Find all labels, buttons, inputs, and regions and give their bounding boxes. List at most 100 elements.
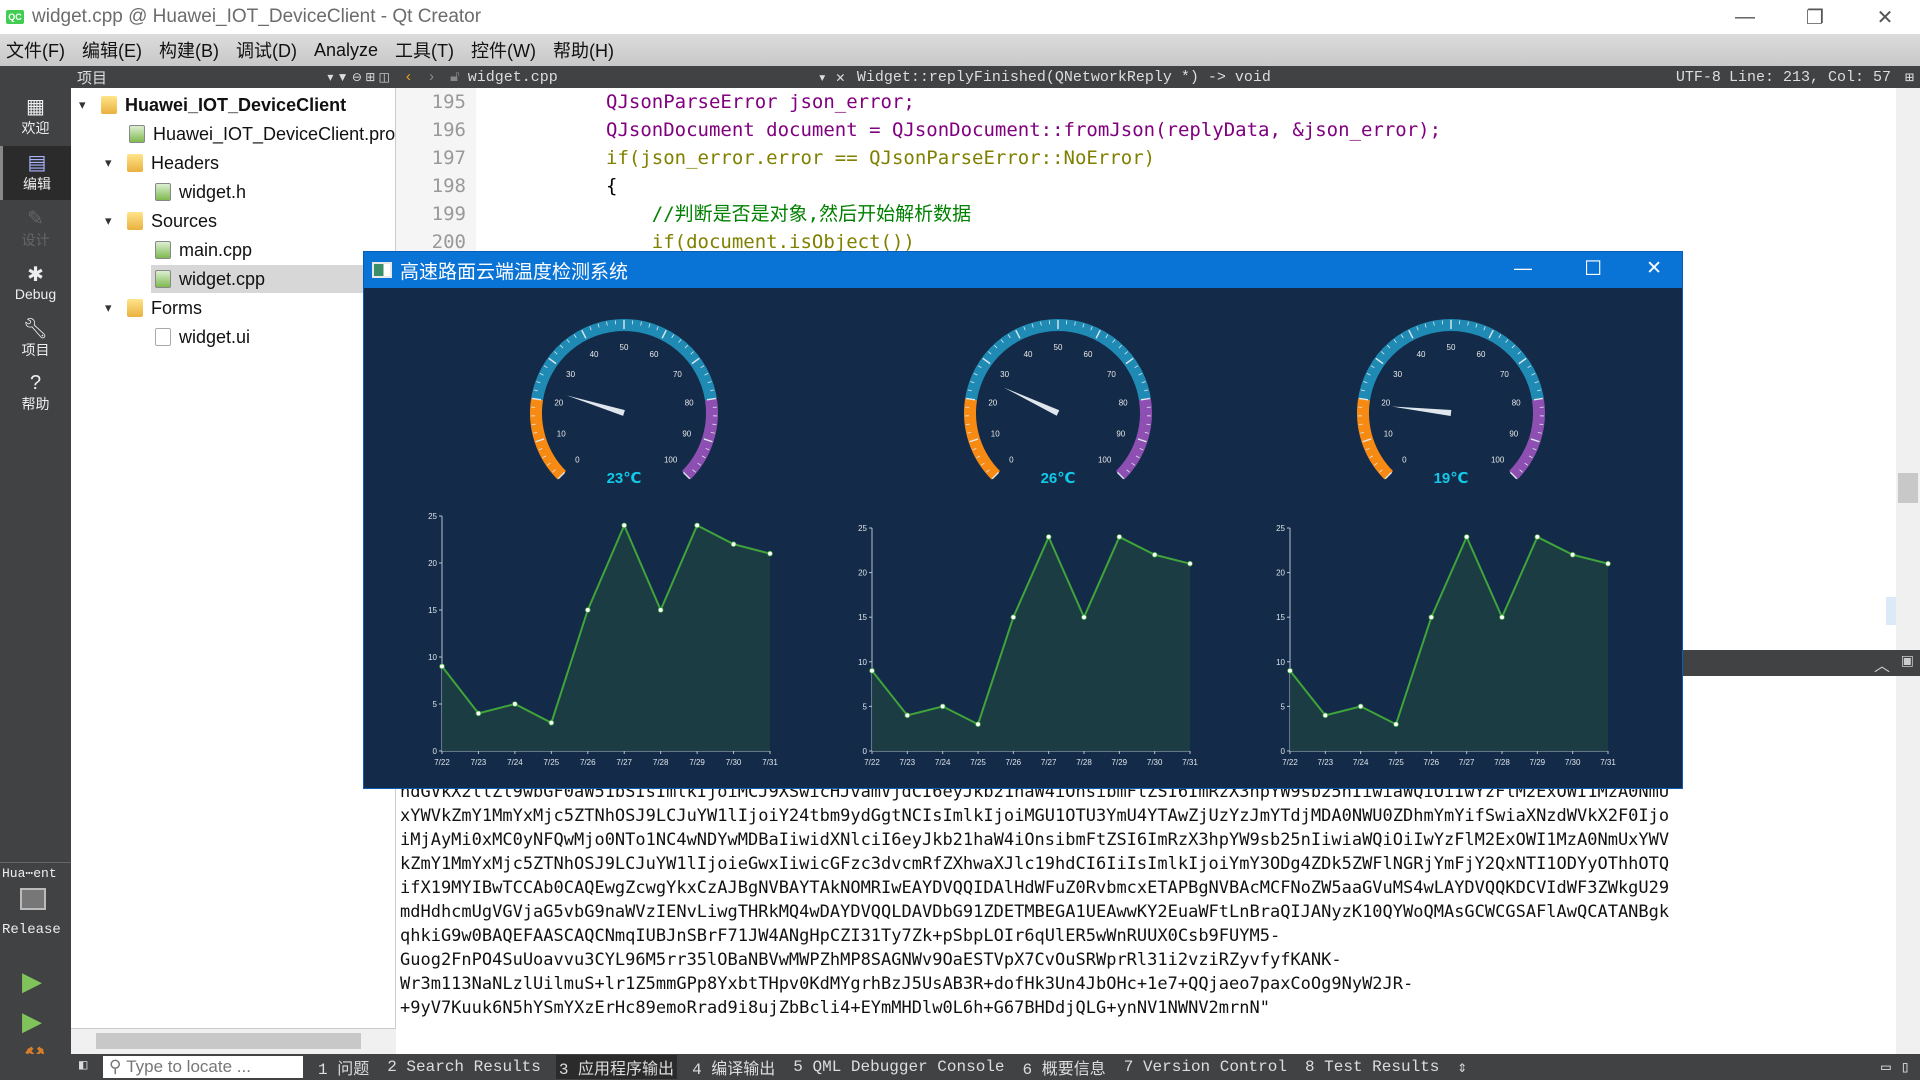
wrench-icon: 🔧︎ [22, 318, 49, 340]
x-tick-label: 7/27 [1459, 758, 1475, 767]
tab-version-control[interactable]: 7 Version Control [1121, 1058, 1290, 1076]
tree-item-project[interactable]: ▾ Huawei_IOT_DeviceClient [79, 91, 346, 119]
scrollbar-thumb[interactable] [1898, 473, 1918, 503]
data-point [939, 703, 946, 710]
folder-icon [127, 299, 143, 317]
tree-item-pro-file[interactable]: Huawei_IOT_DeviceClient.pro [129, 120, 395, 148]
app-maximize-button[interactable]: ☐ [1584, 256, 1602, 281]
menu-tools[interactable]: 工具(T) [395, 37, 454, 63]
close-file-icon[interactable]: ▾ ✕ [818, 68, 845, 87]
tree-item-sources[interactable]: ▾ Sources [105, 207, 217, 235]
tree-item-widget-cpp[interactable]: widget.cpp [151, 265, 396, 293]
menu-build[interactable]: 构建(B) [159, 37, 219, 63]
editor-vertical-scrollbar[interactable] [1896, 88, 1920, 650]
data-point [904, 712, 911, 719]
progress-toggle-icon[interactable]: ▭ ▯ [1881, 1057, 1910, 1077]
close-button[interactable]: ✕ [1850, 0, 1920, 34]
debug-run-icon[interactable]: ▶ [22, 1006, 42, 1037]
minimize-button[interactable]: — [1710, 0, 1780, 34]
split-icon[interactable]: ⊞ [1905, 68, 1914, 87]
temperature-chart-1: 0 5 10 15 20 25 7/22 7/23 7/24 7/25 7/26 7/27 7/28 7/… [428, 512, 778, 767]
gauge-arc-mid [965, 319, 1151, 401]
tree-item-forms[interactable]: ▾ Forms [105, 294, 202, 322]
x-tick-label: 7/24 [1353, 758, 1369, 767]
mode-edit[interactable]: ▤ 编辑 [0, 146, 71, 200]
output-line: ifX19MYIBwTCCAb0CAQEwgZcwgYkxCzAJBgNVBAY… [400, 878, 1670, 898]
output-line: +9yV7Kuuk6N5hYSmYXzErHc89emoRrad9i8ujZbB… [400, 998, 1270, 1018]
y-tick-label: 10 [858, 658, 867, 667]
chevron-down-icon[interactable]: ▾ [105, 213, 127, 229]
tab-compile-output[interactable]: 4 编译输出 [689, 1055, 778, 1079]
tab-test-results[interactable]: 8 Test Results [1302, 1058, 1442, 1076]
function-selector[interactable]: Widget::replyFinished(QNetworkReply *) -… [857, 69, 1271, 86]
data-point [1081, 614, 1087, 620]
tree-label: Sources [151, 210, 218, 231]
menu-debug[interactable]: 调试(D) [236, 37, 297, 63]
area-fill [442, 525, 770, 751]
tab-search-results[interactable]: 2 Search Results [384, 1058, 544, 1076]
project-view-selector[interactable]: 项目 [77, 67, 107, 88]
monitor-icon[interactable] [20, 888, 46, 910]
gauge-tick-label: 20 [1381, 399, 1390, 408]
chevron-down-icon[interactable]: ▾ [105, 300, 127, 316]
x-tick-label: 7/25 [544, 758, 560, 767]
cursor-position[interactable]: Line: 213, Col: 57 [1729, 69, 1891, 86]
more-tabs-icon[interactable]: ⇕ [1454, 1057, 1470, 1077]
y-tick-label: 25 [858, 524, 867, 533]
output-line: Wr3m113NaNLzlUilmuS+lr1Z5mmGPp8YxbtTHpv0… [400, 974, 1414, 994]
window-title-bar: QC widget.cpp @ Huawei_IOT_DeviceClient … [0, 0, 1920, 34]
scrollbar-thumb[interactable] [96, 1033, 361, 1049]
x-tick-label: 7/27 [616, 758, 632, 767]
data-point [975, 721, 981, 728]
tree-horizontal-scrollbar[interactable] [71, 1028, 396, 1054]
toggle-sidebar-icon[interactable]: ◧ [79, 1057, 87, 1074]
locator-input[interactable]: ⚲ Type to locate ... [103, 1056, 303, 1078]
current-file-selector[interactable]: widget.cpp [468, 69, 558, 86]
gauge-tick-label: 80 [685, 399, 694, 408]
mode-welcome[interactable]: ▦ 欢迎 [0, 90, 71, 144]
mode-design[interactable]: ✎ 设计 [0, 202, 71, 256]
menu-file[interactable]: 文件(F) [6, 37, 65, 63]
tab-general-messages[interactable]: 6 概要信息 [1020, 1055, 1109, 1079]
mode-label: 编辑 [23, 176, 51, 192]
tab-application-output[interactable]: 3 应用程序输出 [555, 1055, 678, 1079]
encoding-label[interactable]: UTF-8 [1676, 69, 1721, 86]
tree-item-main-cpp[interactable]: main.cpp [155, 236, 252, 264]
code-line: { [606, 175, 618, 197]
x-tick-label: 7/25 [970, 758, 986, 767]
tree-item-widget-h[interactable]: widget.h [155, 178, 246, 206]
x-tick-label: 7/30 [726, 758, 742, 767]
y-tick-label: 5 [863, 702, 868, 711]
gauge-tick-label: 40 [1024, 350, 1033, 359]
data-point [1569, 551, 1576, 558]
mode-label: Debug [14, 286, 57, 302]
output-vertical-scrollbar[interactable] [1896, 676, 1920, 1054]
filter-icon[interactable]: ▾ ▼ ⊖ ⊞ ◫ [327, 70, 390, 84]
code-line: QJsonDocument document = QJsonDocument::… [606, 119, 1442, 141]
menu-analyze[interactable]: Analyze [314, 40, 378, 61]
menu-edit[interactable]: 编辑(E) [82, 37, 142, 63]
restore-button[interactable]: ❐ [1780, 0, 1850, 34]
mode-debug[interactable]: ✱ Debug [0, 256, 71, 310]
tab-qml-debugger-console[interactable]: 5 QML Debugger Console [790, 1058, 1007, 1076]
menu-help[interactable]: 帮助(H) [553, 37, 614, 63]
mode-projects[interactable]: 🔧︎ 项目 [0, 312, 71, 366]
tree-item-widget-ui[interactable]: widget.ui [155, 323, 250, 351]
close-pane-icon[interactable]: ▣ [1901, 652, 1914, 669]
forward-icon[interactable]: › [427, 69, 436, 86]
menu-widgets[interactable]: 控件(W) [471, 37, 536, 63]
app-close-button[interactable]: ✕ [1646, 257, 1662, 280]
chevron-down-icon[interactable]: ▾ [105, 155, 127, 171]
tree-item-headers[interactable]: ▾ Headers [105, 149, 219, 177]
locator-placeholder: Type to locate ... [126, 1057, 251, 1076]
maximize-pane-icon[interactable]: ︿ [1874, 652, 1890, 676]
chevron-down-icon[interactable]: ▾ [79, 97, 101, 113]
area-fill [1290, 536, 1608, 751]
tab-issues[interactable]: 1 问题 [315, 1055, 372, 1079]
mode-label: 项目 [21, 342, 50, 358]
back-icon[interactable]: ‹ [404, 69, 413, 86]
mode-help[interactable]: ? 帮助 [0, 366, 71, 420]
run-icon[interactable]: ▶ [22, 966, 42, 997]
app-minimize-button[interactable]: — [1514, 258, 1532, 279]
data-point [1463, 534, 1470, 540]
